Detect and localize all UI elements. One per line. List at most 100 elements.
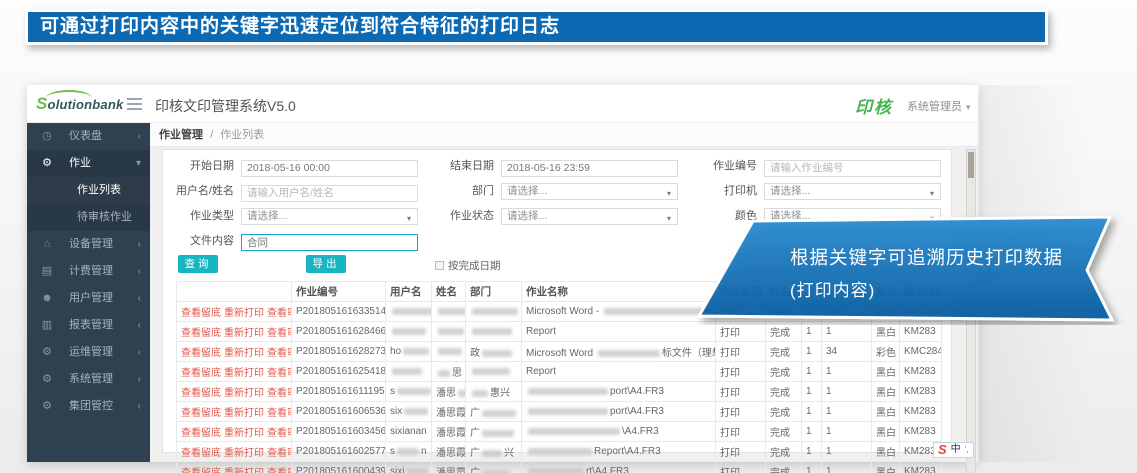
- column-header: [177, 282, 292, 302]
- view-archive-link[interactable]: 查看留底: [181, 468, 221, 473]
- end-date-input[interactable]: [501, 160, 678, 177]
- reprint-link[interactable]: 重新打印: [224, 448, 264, 459]
- sidebar-item-group-control[interactable]: ⚙集团管控‹: [27, 393, 150, 420]
- redacted-text: [397, 448, 419, 455]
- sidebar-item-user-management[interactable]: ☻用户管理‹: [27, 285, 150, 312]
- field-label-start-date: 开始日期: [163, 158, 241, 175]
- redacted-text: [406, 468, 428, 473]
- view-approval-link[interactable]: 查看审批: [267, 348, 292, 359]
- billing-icon: ▤: [39, 258, 55, 285]
- ime-punctuation-icon[interactable]: ’,: [965, 443, 969, 457]
- table-cell: 黑白: [872, 422, 900, 442]
- reprint-link[interactable]: 重新打印: [224, 368, 264, 379]
- redacted-text: [403, 348, 429, 355]
- sidebar-item-device-management[interactable]: ⌂设备管理‹: [27, 231, 150, 258]
- keyword-callout: 根据关键字可追溯历史打印数据 (打印内容): [690, 210, 1137, 325]
- table-row: 查看留底重新打印查看审批P20180516160043940sixi潘思霞广rt…: [177, 462, 942, 473]
- view-approval-link[interactable]: 查看审批: [267, 468, 292, 473]
- reprint-link[interactable]: 重新打印: [224, 388, 264, 399]
- scrollbar-thumb[interactable]: [968, 152, 974, 178]
- view-approval-link[interactable]: 查看审批: [267, 428, 292, 439]
- user-menu[interactable]: 系统管理员▾: [907, 98, 971, 114]
- redacted-text: [528, 428, 620, 435]
- table-cell: P20180516160257752: [292, 442, 386, 462]
- chart-icon: ▥: [39, 312, 55, 339]
- device-icon: ⌂: [39, 231, 55, 258]
- start-date-input[interactable]: [241, 160, 418, 177]
- cogs-icon: ⚙: [39, 339, 55, 366]
- table-cell: KM283: [900, 382, 942, 402]
- view-archive-link[interactable]: 查看留底: [181, 448, 221, 459]
- view-approval-link[interactable]: 查看审批: [267, 408, 292, 419]
- checkbox-label: 按完成日期: [448, 260, 501, 272]
- chevron-down-icon: ▾: [407, 211, 411, 226]
- table-cell: 1: [802, 402, 822, 422]
- sidebar-item-billing-management[interactable]: ▤计费管理‹: [27, 258, 150, 285]
- sidebar-item-report-management[interactable]: ▥报表管理‹: [27, 312, 150, 339]
- view-archive-link[interactable]: 查看留底: [181, 308, 221, 319]
- table-cell: 黑白: [872, 442, 900, 462]
- chevron-left-icon: ‹: [138, 285, 141, 312]
- breadcrumb: 作业管理 / 作业列表: [150, 123, 978, 147]
- reprint-link[interactable]: 重新打印: [224, 468, 264, 473]
- view-archive-link[interactable]: 查看留底: [181, 328, 221, 339]
- table-cell: [386, 322, 432, 342]
- export-button[interactable]: 导出: [306, 255, 346, 273]
- reprint-link[interactable]: 重新打印: [224, 328, 264, 339]
- chevron-left-icon: ‹: [138, 231, 141, 258]
- sidebar-subitem-job-list[interactable]: 作业列表: [27, 177, 150, 204]
- department-select[interactable]: 请选择...▾: [501, 183, 678, 200]
- redacted-text: [404, 408, 428, 415]
- field-label-job-status: 作业状态: [418, 208, 501, 225]
- table-cell: 34: [822, 342, 872, 362]
- redacted-text: [528, 388, 608, 395]
- view-approval-link[interactable]: 查看审批: [267, 388, 292, 399]
- table-cell: [386, 362, 432, 382]
- table-cell: P20180516162827342: [292, 342, 386, 362]
- sogou-ime-indicator[interactable]: S 中 ’,: [933, 442, 974, 458]
- redacted-text: [598, 350, 660, 357]
- view-approval-link[interactable]: 查看审批: [267, 448, 292, 459]
- table-row: 查看留底重新打印查看审批P20180516161119586s潘思惠兴port\…: [177, 382, 942, 402]
- username-input[interactable]: [241, 185, 418, 202]
- ime-language-mode[interactable]: 中: [951, 443, 961, 457]
- view-approval-link[interactable]: 查看审批: [267, 328, 292, 339]
- sidebar-item-jobs[interactable]: ⚙作业▾: [27, 150, 150, 177]
- printer-select[interactable]: 请选择...▾: [764, 183, 941, 200]
- job-type-select[interactable]: 请选择...▾: [241, 208, 418, 225]
- reprint-link[interactable]: 重新打印: [224, 348, 264, 359]
- sidebar-item-ops-management[interactable]: ⚙运维管理‹: [27, 339, 150, 366]
- checkbox-icon[interactable]: [435, 261, 444, 270]
- view-archive-link[interactable]: 查看留底: [181, 368, 221, 379]
- sidebar-item-system-management[interactable]: ⚙系统管理‹: [27, 366, 150, 393]
- table-cell: 1: [822, 362, 872, 382]
- table-cell: [432, 342, 466, 362]
- view-archive-link[interactable]: 查看留底: [181, 408, 221, 419]
- view-archive-link[interactable]: 查看留底: [181, 428, 221, 439]
- table-cell: 1: [802, 422, 822, 442]
- sidebar-subitem-pending-approval-jobs[interactable]: 待审核作业: [27, 204, 150, 231]
- reprint-link[interactable]: 重新打印: [224, 308, 264, 319]
- job-number-input[interactable]: [764, 160, 941, 177]
- redacted-text: [528, 408, 608, 415]
- table-cell: 思: [432, 362, 466, 382]
- sidebar-item-dashboard[interactable]: ◷仪表盘‹: [27, 123, 150, 150]
- table-cell: rt\A4.FR3: [522, 462, 716, 473]
- search-button[interactable]: 查询: [178, 255, 218, 273]
- table-cell: 黑白: [872, 402, 900, 422]
- redacted-text: [438, 308, 466, 315]
- view-archive-link[interactable]: 查看留底: [181, 348, 221, 359]
- table-cell: [386, 302, 432, 322]
- view-approval-link[interactable]: 查看审批: [267, 308, 292, 319]
- chevron-left-icon: ‹: [138, 312, 141, 339]
- table-cell: Report\A4.FR3: [522, 442, 716, 462]
- reprint-link[interactable]: 重新打印: [224, 408, 264, 419]
- hamburger-menu-icon[interactable]: [127, 98, 142, 113]
- field-label-end-date: 结束日期: [418, 158, 501, 175]
- reprint-link[interactable]: 重新打印: [224, 428, 264, 439]
- job-status-select[interactable]: 请选择...▾: [501, 208, 678, 225]
- file-content-input[interactable]: [241, 234, 418, 251]
- view-archive-link[interactable]: 查看留底: [181, 388, 221, 399]
- by-completion-date-checkbox[interactable]: 按完成日期: [435, 258, 501, 273]
- view-approval-link[interactable]: 查看审批: [267, 368, 292, 379]
